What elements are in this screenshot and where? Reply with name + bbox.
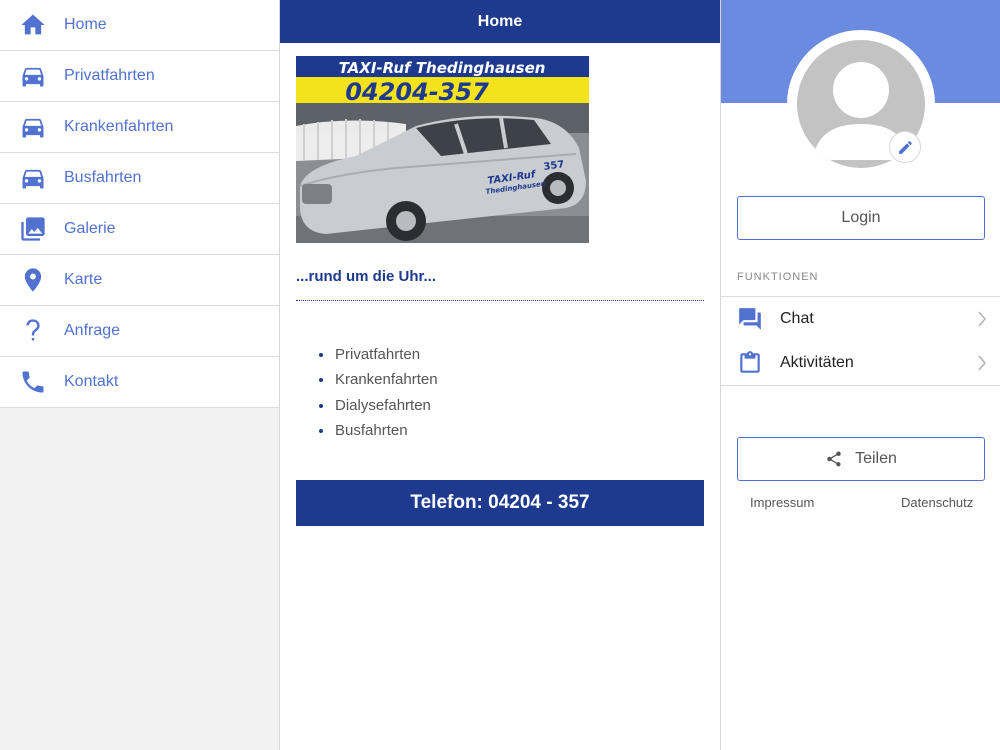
services-list: Privatfahrten Krankenfahrten Dialysefahr… xyxy=(318,342,438,443)
section-label: FUNKTIONEN xyxy=(737,271,819,283)
map-pin-icon xyxy=(18,265,48,295)
sidebar-item-label: Kontakt xyxy=(64,373,119,390)
divider xyxy=(296,300,704,301)
sidebar-item-label: Krankenfahrten xyxy=(64,118,174,135)
sidebar-item-krankenfahrten[interactable]: Krankenfahrten xyxy=(0,102,279,153)
sign-phone: 04204-357 xyxy=(345,78,489,106)
profile-panel: Login FUNKTIONEN Chat Aktivitäten Teilen… xyxy=(720,0,1000,750)
sidebar-item-label: Anfrage xyxy=(64,322,121,339)
sidebar-item-label: Home xyxy=(64,16,107,33)
top-bar: Home xyxy=(280,0,720,43)
login-button[interactable]: Login xyxy=(737,196,985,240)
list-item: Busfahrten xyxy=(318,418,438,443)
clipboard-icon xyxy=(740,351,760,373)
list-item: Privatfahrten xyxy=(318,342,438,367)
sidebar-item-anfrage[interactable]: Anfrage xyxy=(0,306,279,357)
function-item-aktivitaeten[interactable]: Aktivitäten xyxy=(721,341,1000,385)
sidebar-item-karte[interactable]: Karte xyxy=(0,255,279,306)
question-icon xyxy=(18,316,48,346)
edit-avatar-button[interactable] xyxy=(889,131,921,163)
chevron-right-icon xyxy=(977,355,987,371)
function-item-chat[interactable]: Chat xyxy=(721,297,1000,341)
car-icon xyxy=(18,112,48,142)
sidebar-item-home[interactable]: Home xyxy=(0,0,279,51)
nav-list: Home Privatfahrten Krankenfahrten Busfah… xyxy=(0,0,279,408)
sidebar-item-busfahrten[interactable]: Busfahrten xyxy=(0,153,279,204)
sidebar-item-label: Privatfahrten xyxy=(64,67,155,84)
sidebar-item-kontakt[interactable]: Kontakt xyxy=(0,357,279,408)
sidebar-item-label: Busfahrten xyxy=(64,169,142,186)
chevron-right-icon xyxy=(977,311,987,327)
car-icon xyxy=(18,61,48,91)
hero-image: TAXI-Ruf Thedinghausen 04204-357 TAXI-Ru… xyxy=(296,56,589,243)
chat-icon xyxy=(739,308,761,330)
sidebar-item-galerie[interactable]: Galerie xyxy=(0,204,279,255)
gallery-icon xyxy=(18,214,48,244)
pencil-icon xyxy=(898,140,912,154)
list-item: Dialysefahrten xyxy=(318,393,438,418)
function-label: Chat xyxy=(780,310,814,327)
impressum-link[interactable]: Impressum xyxy=(750,495,814,510)
share-icon xyxy=(827,451,841,467)
login-label: Login xyxy=(841,209,881,226)
sidebar-item-label: Karte xyxy=(64,271,103,288)
main-content: Home TAXI-Ruf Thedinghausen 04204-357 TA… xyxy=(280,0,720,750)
functions-list: Chat Aktivitäten xyxy=(721,296,1000,386)
list-item: Krankenfahrten xyxy=(318,367,438,392)
share-button[interactable]: Teilen xyxy=(737,437,985,481)
sidebar-item-label: Galerie xyxy=(64,220,116,237)
function-label: Aktivitäten xyxy=(780,354,854,371)
datenschutz-link[interactable]: Datenschutz xyxy=(901,495,973,510)
phone-call-button[interactable]: Telefon: 04204 - 357 xyxy=(296,480,704,526)
phone-icon xyxy=(18,367,48,397)
sidebar: Home Privatfahrten Krankenfahrten Busfah… xyxy=(0,0,280,750)
sign-title: TAXI-Ruf Thedinghausen xyxy=(339,59,546,77)
car-icon xyxy=(18,163,48,193)
tagline: ...rund um die Uhr... xyxy=(296,268,437,285)
home-icon xyxy=(18,10,48,40)
share-label: Teilen xyxy=(855,450,897,467)
phone-button-label: Telefon: 04204 - 357 xyxy=(410,492,590,513)
sidebar-item-privatfahrten[interactable]: Privatfahrten xyxy=(0,51,279,102)
page-title: Home xyxy=(477,12,523,30)
